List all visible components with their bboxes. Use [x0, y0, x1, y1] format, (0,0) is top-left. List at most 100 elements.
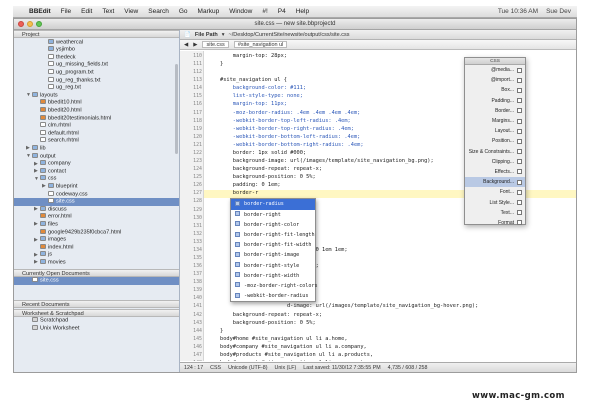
status-item-2[interactable]: Unicode (UTF-8): [228, 365, 267, 371]
minimize-window-icon[interactable]: [27, 21, 33, 27]
sidebar-item-bbedit10-html[interactable]: bbedit10.html: [14, 99, 179, 107]
menu-p4[interactable]: P4: [278, 8, 286, 15]
palette-item-label: List Style...: [489, 199, 514, 206]
palette-item-border[interactable]: Border...: [465, 106, 525, 116]
menu-search[interactable]: Search: [148, 8, 169, 15]
palette-item-font[interactable]: Font...: [465, 187, 525, 197]
palette-item-clipping[interactable]: Clipping...: [465, 157, 525, 167]
sidebar-scrollbar[interactable]: [174, 34, 179, 294]
status-item-3[interactable]: Unix (LF): [275, 365, 297, 371]
sidebar-item-weathercal[interactable]: weathercal: [14, 38, 179, 47]
completion-item[interactable]: -webkit-border-radius: [231, 291, 315, 301]
sidebar-item-output[interactable]: ▼ output: [14, 152, 179, 161]
sidebar-item-site-css[interactable]: site.css: [14, 198, 179, 206]
sidebar-item-clm-rhtml[interactable]: clm.rhtml: [14, 122, 179, 130]
palette-item-margins[interactable]: Margins...: [465, 116, 525, 126]
menu-file[interactable]: File: [61, 8, 71, 15]
symbol-popup[interactable]: #site_navigation ul: [233, 41, 288, 48]
completion-item[interactable]: border-right-fit-length: [231, 230, 315, 240]
sidebar-item-label: error.html: [48, 213, 72, 220]
sidebar-item-bbedit20testimonials-html[interactable]: bbedit20testimonials.html: [14, 114, 179, 123]
worksheet-section-header[interactable]: Worksheet & Scratchpad: [14, 308, 179, 317]
palette-item-text[interactable]: Text...: [465, 208, 525, 218]
sidebar-item-layouts[interactable]: ▼ layouts: [14, 91, 179, 100]
palette-item--media[interactable]: @media...: [465, 65, 525, 75]
close-window-icon[interactable]: [18, 21, 24, 27]
menu-help[interactable]: Help: [296, 8, 309, 15]
project-section-header[interactable]: Project: [14, 30, 179, 38]
sidebar-item-ug-reg-txt[interactable]: ug_reg.txt: [14, 84, 179, 92]
completion-item[interactable]: border-right-width: [231, 271, 315, 281]
palette-item-box[interactable]: Box...: [465, 85, 525, 95]
worksheet-item[interactable]: Scratchpad: [14, 317, 179, 325]
sidebar-item-default-rhtml[interactable]: default.rhtml: [14, 129, 179, 138]
sidebar-item-ug-missing-fields-txt[interactable]: ug_missing_fields.txt: [14, 61, 179, 69]
completion-item[interactable]: border-right-style: [231, 261, 315, 271]
palette-item-format[interactable]: Format: [465, 218, 525, 228]
palette-item-label: Clipping...: [491, 158, 514, 165]
sidebar-item-thedeck[interactable]: thedeck: [14, 53, 179, 62]
sidebar-item-js[interactable]: ▶ js: [14, 251, 179, 259]
completion-popup: border-radius border-right border-right-co…: [230, 198, 318, 303]
line-number: 122: [193, 149, 202, 156]
menu-bbedit[interactable]: BBEdit: [29, 8, 51, 15]
forward-arrow-icon[interactable]: ▶: [193, 42, 197, 48]
status-item-1[interactable]: CSS: [210, 365, 221, 371]
menu-window[interactable]: Window: [229, 8, 252, 15]
open-document-item[interactable]: site.css: [14, 277, 179, 285]
completion-item[interactable]: border-radius: [231, 199, 315, 210]
palette-item-layout[interactable]: Layout...: [465, 126, 525, 136]
sidebar-item-search-rhtml[interactable]: search.rhtml: [14, 137, 179, 145]
toolbar-doc-icon[interactable]: 📄: [184, 32, 191, 38]
sidebar-item-css[interactable]: ▼ css: [14, 175, 179, 183]
completion-item[interactable]: border-right-image: [231, 250, 315, 260]
sidebar-item-movies[interactable]: ▶ movies: [14, 258, 179, 267]
folder-icon: [32, 91, 38, 97]
sidebar-item-files[interactable]: ▶ files: [14, 220, 179, 229]
sidebar-item-codeway-css[interactable]: codeway.css: [14, 190, 179, 199]
menu-go[interactable]: Go: [179, 8, 188, 15]
completion-item[interactable]: border-right: [231, 210, 315, 220]
worksheet-item[interactable]: Unix Worksheet: [14, 324, 179, 333]
back-arrow-icon[interactable]: ◀: [184, 42, 188, 48]
open-documents-header[interactable]: Currently Open Documents: [14, 268, 179, 277]
sidebar-item-company[interactable]: ▶ company: [14, 160, 179, 168]
palette-item-background[interactable]: Background...: [465, 177, 525, 188]
completion-label: border-right-style: [244, 262, 300, 269]
menu-view[interactable]: View: [124, 8, 138, 15]
status-item-0: 124 : 17: [184, 365, 204, 371]
palette-item-padding[interactable]: Padding...: [465, 96, 525, 106]
sidebar-item-error-html[interactable]: error.html: [14, 213, 179, 221]
sidebar-item-google9429b235f0cbca7-html[interactable]: google9429b235f0cbca7.html: [14, 228, 179, 237]
recent-documents-header[interactable]: Recent Documents: [14, 300, 179, 308]
completion-item[interactable]: -moz-border-right-colors: [231, 281, 318, 291]
sidebar-item-label: ug_missing_fields.txt: [56, 61, 108, 68]
menu--[interactable]: #!: [262, 8, 267, 15]
sidebar-item-blueprint[interactable]: ▶ blueprint: [14, 182, 179, 191]
line-number: 120: [193, 133, 202, 140]
menu-markup[interactable]: Markup: [198, 8, 220, 15]
palette-item-list-style[interactable]: List Style...: [465, 197, 525, 207]
completion-item[interactable]: border-right-color: [231, 220, 315, 230]
sidebar-item-discuss[interactable]: ▶ discuss: [14, 205, 179, 214]
palette-item-position[interactable]: Position...: [465, 136, 525, 146]
palette-item--import[interactable]: @import...: [465, 75, 525, 85]
sidebar-item-images[interactable]: ▶ images: [14, 236, 179, 244]
menu-edit[interactable]: Edit: [81, 8, 92, 15]
sidebar-item-contact[interactable]: ▶ contact: [14, 167, 179, 176]
completion-item[interactable]: border-right-fit-width: [231, 240, 315, 250]
sidebar-item-lib[interactable]: ▶ lib: [14, 144, 179, 153]
sidebar-item-ug-reg-thanks-txt[interactable]: ug_reg_thanks.txt: [14, 76, 179, 85]
sidebar-item-ysjimbo[interactable]: ysjimbo: [14, 46, 179, 54]
palette-item-size-constraints[interactable]: Size & Constraints...: [465, 147, 525, 157]
zoom-window-icon[interactable]: [36, 21, 42, 27]
file-popup[interactable]: site.css: [202, 41, 229, 48]
palette-item-effects[interactable]: Effects...: [465, 167, 525, 177]
sidebar-item-ug-program-txt[interactable]: ug_program.txt: [14, 68, 179, 77]
sidebar-item-bbedit20-html[interactable]: bbedit20.html: [14, 106, 179, 115]
file-path-label[interactable]: File Path: [195, 32, 218, 38]
file-path-chevron-icon[interactable]: ▾: [222, 32, 225, 38]
menu-text[interactable]: Text: [102, 8, 114, 15]
palette-item-icon: [517, 159, 522, 165]
sidebar-item-index-html[interactable]: index.html: [14, 243, 179, 252]
